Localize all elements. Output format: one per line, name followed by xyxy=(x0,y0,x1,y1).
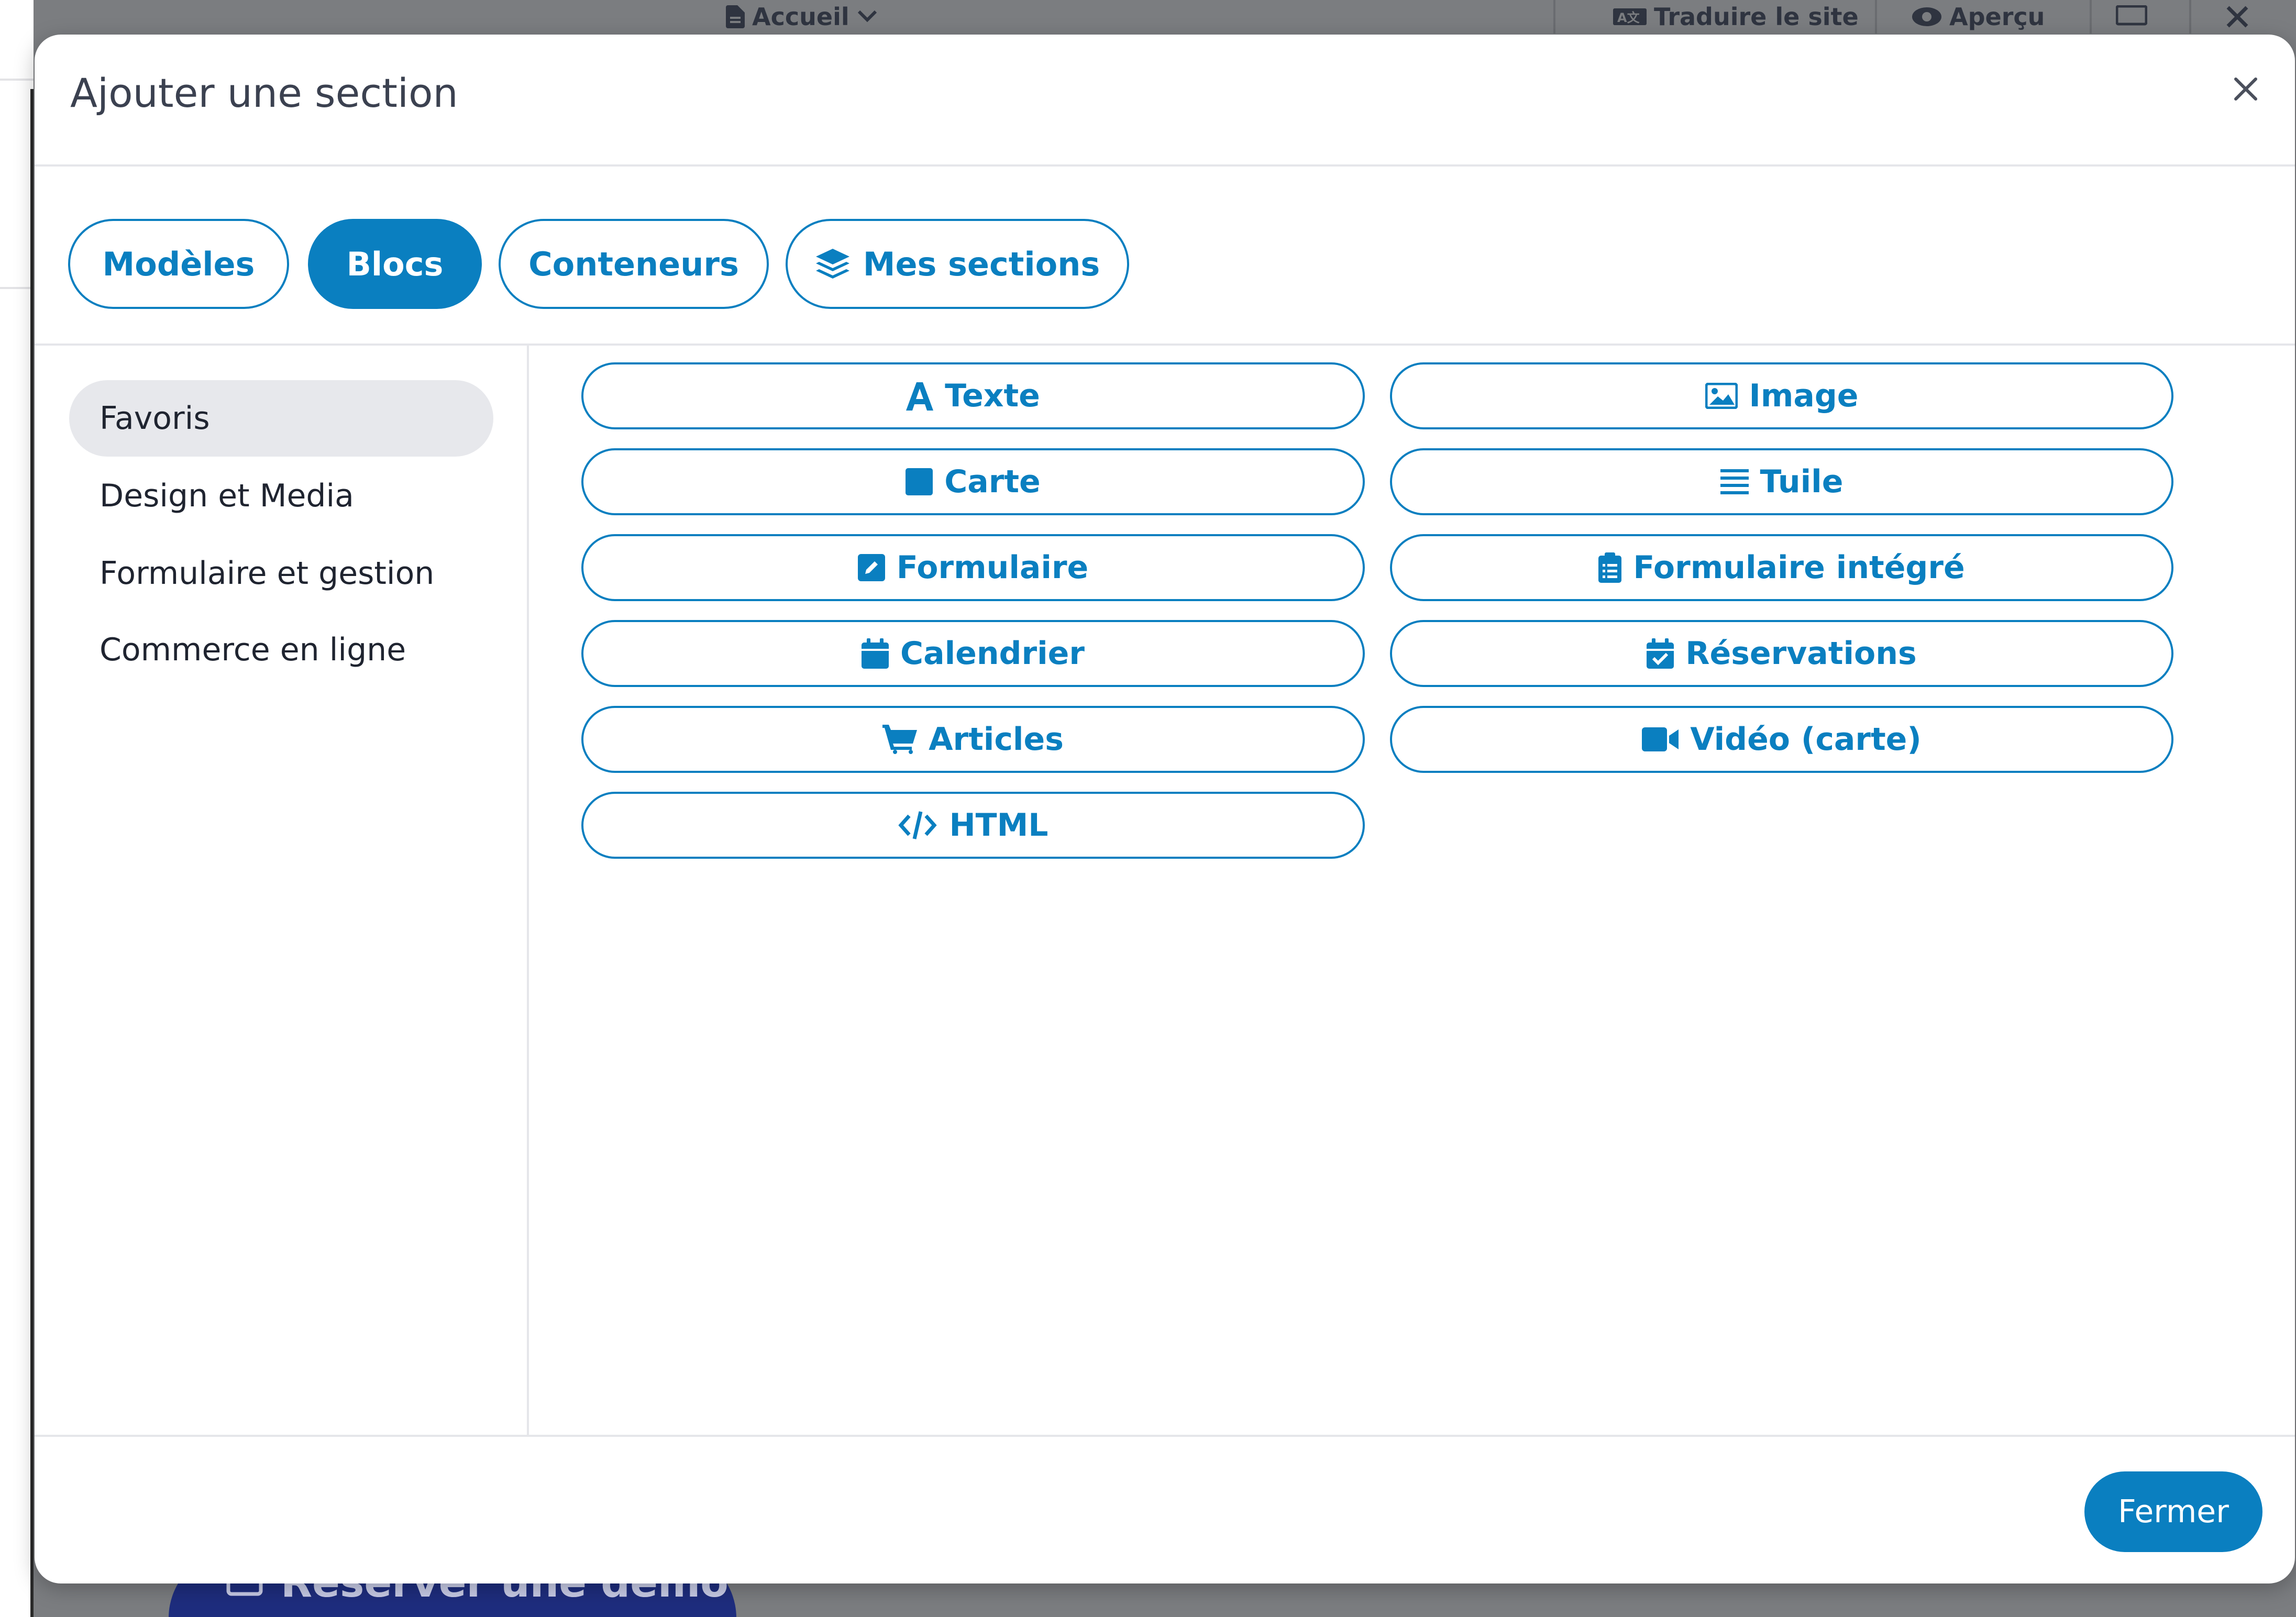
divider xyxy=(0,79,34,81)
eye-icon xyxy=(1912,7,1941,26)
block-reservations-button[interactable]: Réservations xyxy=(1390,620,2173,687)
preview-button[interactable]: Aperçu xyxy=(1912,0,2045,34)
category-favoris[interactable]: Favoris xyxy=(69,380,493,457)
block-texte-button[interactable]: Texte xyxy=(581,362,1365,429)
block-formulaire-integre-button[interactable]: Formulaire intégré xyxy=(1390,534,2173,601)
block-articles-button[interactable]: Articles xyxy=(581,706,1365,773)
block-label: HTML xyxy=(949,807,1048,844)
block-label: Formulaire xyxy=(896,549,1089,586)
block-formulaire-button[interactable]: Formulaire xyxy=(581,534,1365,601)
modal-close-button[interactable] xyxy=(2225,68,2267,110)
category-label: Design et Media xyxy=(100,478,354,514)
square-icon xyxy=(906,468,933,495)
translate-button[interactable]: A文 Traduire le site xyxy=(1613,0,1859,34)
category-design-et-media[interactable]: Design et Media xyxy=(69,458,493,534)
page-selector[interactable]: Accueil xyxy=(726,0,878,34)
chevron-down-icon xyxy=(857,10,877,23)
video-icon xyxy=(1642,727,1679,751)
tab-blocs[interactable]: Blocs xyxy=(308,219,482,309)
divider xyxy=(30,89,34,1617)
category-label: Commerce en ligne xyxy=(100,632,406,668)
tab-label: Blocs xyxy=(346,245,444,283)
monitor-icon xyxy=(2116,5,2147,26)
section-type-tabs: Modèles Blocs Conteneurs Mes sections xyxy=(35,167,2295,346)
modal-title: Ajouter une section xyxy=(70,70,458,116)
monitor-button[interactable] xyxy=(2116,0,2147,34)
divider xyxy=(1553,0,1555,34)
tab-label: Conteneurs xyxy=(528,245,739,283)
category-commerce-en-ligne[interactable]: Commerce en ligne xyxy=(69,612,493,688)
divider xyxy=(2090,0,2092,34)
divider xyxy=(2189,0,2191,34)
tab-label: Modèles xyxy=(102,245,255,283)
background-close-button[interactable] xyxy=(2226,0,2249,34)
add-section-modal: Ajouter une section Modèles Blocs Conten… xyxy=(35,35,2295,1583)
calendar-check-icon xyxy=(1647,638,1674,669)
tab-label: Mes sections xyxy=(863,245,1100,283)
divider xyxy=(0,287,34,289)
list-lines-icon xyxy=(1720,469,1749,494)
image-icon xyxy=(1705,383,1738,409)
layers-icon xyxy=(815,249,849,279)
block-label: Articles xyxy=(929,721,1064,758)
close-icon xyxy=(2226,6,2248,28)
tab-conteneurs[interactable]: Conteneurs xyxy=(499,219,769,309)
page-selector-label: Accueil xyxy=(752,3,849,31)
block-video-carte-button[interactable]: Vidéo (carte) xyxy=(1390,706,2173,773)
calendar-icon xyxy=(862,638,889,669)
category-sidebar: Favoris Design et Media Formulaire et ge… xyxy=(35,346,529,1435)
background-sidebar xyxy=(0,0,34,1617)
modal-header: Ajouter une section xyxy=(35,35,2295,167)
block-calendrier-button[interactable]: Calendrier xyxy=(581,620,1365,687)
block-label: Calendrier xyxy=(900,635,1085,672)
font-icon xyxy=(906,382,934,411)
code-icon xyxy=(898,811,937,839)
file-icon xyxy=(726,5,745,28)
category-label: Favoris xyxy=(100,400,210,437)
block-label: Carte xyxy=(944,463,1041,500)
block-label: Réservations xyxy=(1685,635,1917,672)
clipboard-list-icon xyxy=(1598,552,1622,583)
tab-modeles[interactable]: Modèles xyxy=(68,219,289,309)
category-label: Formulaire et gestion xyxy=(100,555,435,592)
modal-footer: Fermer xyxy=(35,1435,2295,1583)
cart-icon xyxy=(882,725,918,754)
block-label: Formulaire intégré xyxy=(1633,549,1965,586)
block-image-button[interactable]: Image xyxy=(1390,362,2173,429)
edit-icon xyxy=(857,554,885,581)
block-label: Texte xyxy=(945,378,1040,414)
close-modal-button-label: Fermer xyxy=(2118,1493,2229,1530)
translate-button-label: Traduire le site xyxy=(1654,3,1859,31)
block-label: Vidéo (carte) xyxy=(1690,721,1922,758)
close-modal-button[interactable]: Fermer xyxy=(2084,1471,2262,1552)
category-formulaire-et-gestion[interactable]: Formulaire et gestion xyxy=(69,535,493,612)
block-label: Image xyxy=(1749,378,1859,414)
block-label: Tuile xyxy=(1760,463,1844,500)
svg-text:A文: A文 xyxy=(1617,10,1640,25)
translate-icon: A文 xyxy=(1613,8,1647,25)
preview-button-label: Aperçu xyxy=(1949,3,2045,31)
close-icon xyxy=(2234,77,2257,101)
block-html-button[interactable]: HTML xyxy=(581,792,1365,859)
block-carte-button[interactable]: Carte xyxy=(581,448,1365,515)
divider xyxy=(1875,0,1877,34)
block-tuile-button[interactable]: Tuile xyxy=(1390,448,2173,515)
tab-mes-sections[interactable]: Mes sections xyxy=(786,219,1129,309)
